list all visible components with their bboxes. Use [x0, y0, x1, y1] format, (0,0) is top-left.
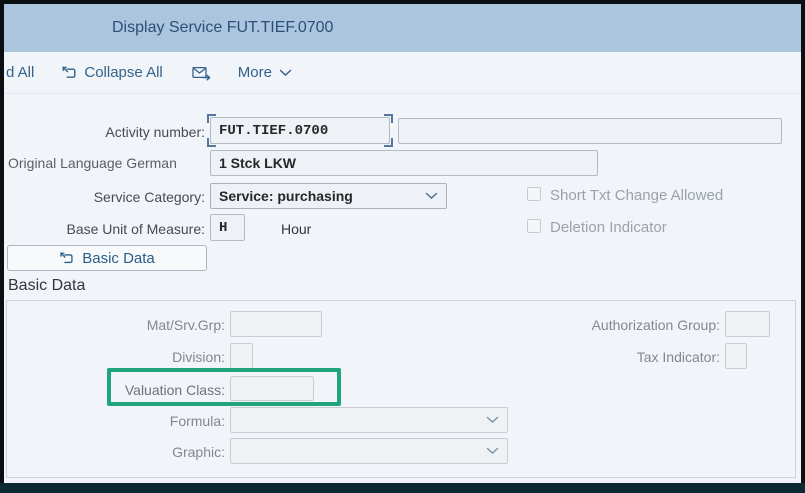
base-unit-text: Hour	[281, 221, 311, 237]
base-unit-label: Base Unit of Measure:	[0, 221, 205, 237]
window-bottom-edge	[0, 483, 805, 493]
service-category-label: Service Category:	[0, 189, 205, 205]
basic-data-button[interactable]: Basic Data	[7, 245, 207, 271]
chevron-down-icon	[486, 416, 499, 424]
collapse-all-label: Collapse All	[84, 64, 162, 81]
graphic-label: Graphic:	[0, 444, 225, 460]
focus-corner	[207, 114, 216, 123]
short-txt-change-checkbox	[527, 187, 541, 201]
expand-all-button[interactable]: d All	[6, 64, 34, 81]
more-label: More	[238, 64, 272, 81]
original-language-label: Original Language German	[8, 155, 177, 171]
mail-forward-icon	[192, 65, 211, 81]
focus-corner	[384, 114, 393, 123]
service-category-dropdown[interactable]: Service: purchasing	[210, 183, 447, 209]
short-text-field[interactable]: 1 Stck LKW	[210, 150, 598, 176]
more-menu-button[interactable]: More	[238, 64, 292, 81]
valuation-class-field[interactable]	[230, 376, 314, 401]
activity-number-extra-field[interactable]	[398, 118, 782, 144]
activity-number-label: Activity number:	[0, 124, 205, 140]
tax-indicator-label: Tax Indicator:	[0, 349, 720, 365]
chevron-down-icon	[486, 447, 499, 455]
app-window: Display Service FUT.TIEF.0700 d All Coll…	[0, 0, 805, 493]
chevron-down-icon	[279, 69, 292, 77]
short-txt-change-label: Short Txt Change Allowed	[550, 187, 723, 204]
focus-corner	[384, 138, 393, 147]
activity-number-value: FUT.TIEF.0700	[210, 117, 390, 144]
formula-label: Formula:	[0, 413, 225, 429]
send-mail-button[interactable]	[192, 65, 211, 81]
authorization-group-label: Authorization Group:	[0, 317, 720, 333]
header-bar: Display Service FUT.TIEF.0700	[4, 4, 801, 52]
deletion-indicator-checkbox	[527, 219, 541, 233]
formula-dropdown[interactable]	[230, 407, 508, 433]
service-category-value: Service: purchasing	[219, 188, 353, 204]
expand-all-label: d All	[6, 64, 34, 81]
collapse-all-button[interactable]: Collapse All	[61, 64, 162, 81]
activity-number-field[interactable]: FUT.TIEF.0700	[210, 117, 390, 144]
valuation-class-label: Valuation Class:	[0, 382, 225, 398]
page-title: Display Service FUT.TIEF.0700	[112, 4, 333, 52]
collapse-group-icon	[61, 65, 77, 81]
basic-data-button-label: Basic Data	[82, 250, 155, 267]
base-unit-field[interactable]: H	[210, 214, 245, 241]
toolbar: d All Collapse All More	[4, 52, 801, 94]
authorization-group-field[interactable]	[725, 311, 770, 337]
graphic-dropdown[interactable]	[230, 438, 508, 464]
chevron-down-icon	[425, 192, 438, 200]
tax-indicator-field[interactable]	[725, 343, 747, 369]
deletion-indicator-label: Deletion Indicator	[550, 219, 667, 236]
collapse-group-icon	[59, 251, 74, 266]
section-title: Basic Data	[8, 277, 85, 295]
focus-corner	[207, 138, 216, 147]
